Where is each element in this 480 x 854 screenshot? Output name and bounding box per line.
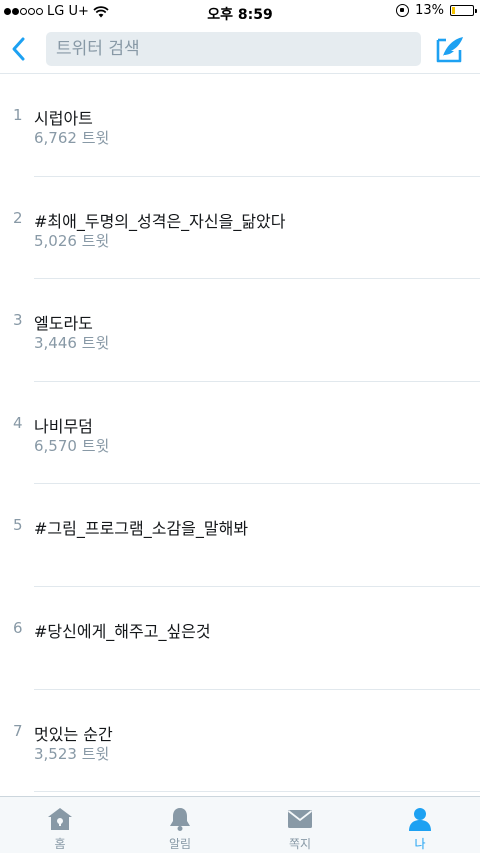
search-input[interactable] — [46, 32, 421, 66]
trend-item[interactable]: 3 엘도라도 3,446 트윗 — [0, 279, 480, 382]
tab-envelope[interactable]: 쪽지 — [240, 797, 360, 854]
compose-tweet-icon — [436, 37, 463, 63]
trend-tweet-count: 3,446 트윗 — [34, 334, 110, 353]
battery-level — [452, 7, 455, 14]
envelope-icon — [287, 806, 313, 832]
trend-item[interactable]: 2 #최애_두명의_성격은_자신을_닮았다 5,026 트윗 — [0, 177, 480, 280]
bell-icon — [167, 806, 193, 832]
trend-item[interactable]: 7 멋있는 순간 3,523 트윗 — [0, 690, 480, 793]
orientation-lock-icon — [396, 4, 410, 17]
battery-percent: 13% — [415, 3, 444, 18]
bottom-tab-bar: 홈 알림 쪽지 나 — [0, 796, 480, 853]
trend-tweet-count: 6,762 트윗 — [34, 129, 110, 147]
battery-icon — [450, 5, 477, 16]
person-icon — [407, 806, 433, 832]
trend-item[interactable]: 4 나비무덤 6,570 트윗 — [0, 382, 480, 485]
tab-label: 홈 — [54, 837, 66, 851]
trends-list: 1 시럽아트 6,762 트윗 2 #최애_두명의_성격은_자신을_닮았다 5,026 트… — [0, 74, 480, 796]
tab-label: 알림 — [168, 837, 192, 851]
tab-home[interactable]: 홈 — [0, 797, 120, 854]
tab-label: 나 — [414, 837, 426, 851]
trend-name: 나비무덤 — [34, 416, 93, 436]
trend-name: 멋있는 순간 — [34, 724, 113, 744]
trend-tweet-count: 6,570 트윗 — [34, 436, 110, 455]
trend-name: 엘도라도 — [34, 314, 93, 334]
tab-bell[interactable]: 알림 — [120, 797, 240, 854]
trend-tweet-count: 5,026 트윗 — [34, 231, 110, 250]
trend-rank: 5 — [13, 516, 23, 535]
trend-name: #당신에게_해주고_싶은것 — [34, 621, 211, 641]
trend-name: 시럽아트 — [34, 109, 93, 128]
search-header — [0, 26, 480, 74]
compose-tweet-button[interactable] — [434, 34, 466, 64]
trend-tweet-count: 3,523 트윗 — [34, 744, 110, 763]
home-icon — [47, 806, 73, 832]
trend-rank: 3 — [13, 311, 23, 330]
trend-item[interactable]: 6 #당신에게_해주고_싶은것 — [0, 587, 480, 690]
trend-rank: 6 — [13, 618, 23, 637]
tab-label: 쪽지 — [288, 837, 312, 851]
trend-rank: 4 — [13, 413, 23, 432]
status-right: 13% — [396, 3, 477, 18]
trend-rank: 1 — [13, 106, 23, 124]
back-button[interactable] — [6, 34, 32, 64]
trend-item[interactable]: 5 #그림_프로그램_소감을_말해봐 — [0, 484, 480, 587]
trend-rank: 2 — [13, 208, 23, 227]
status-bar: LG U+ 오후 8:59 13% — [0, 0, 480, 26]
tab-person[interactable]: 나 — [360, 797, 480, 854]
trend-rank: 7 — [13, 721, 23, 740]
trend-name: #최애_두명의_성격은_자신을_닮았다 — [34, 211, 286, 231]
chevron-left-icon — [12, 37, 25, 61]
trend-name: #그림_프로그램_소감을_말해봐 — [34, 519, 249, 539]
trend-item[interactable]: 1 시럽아트 6,762 트윗 — [0, 74, 480, 177]
